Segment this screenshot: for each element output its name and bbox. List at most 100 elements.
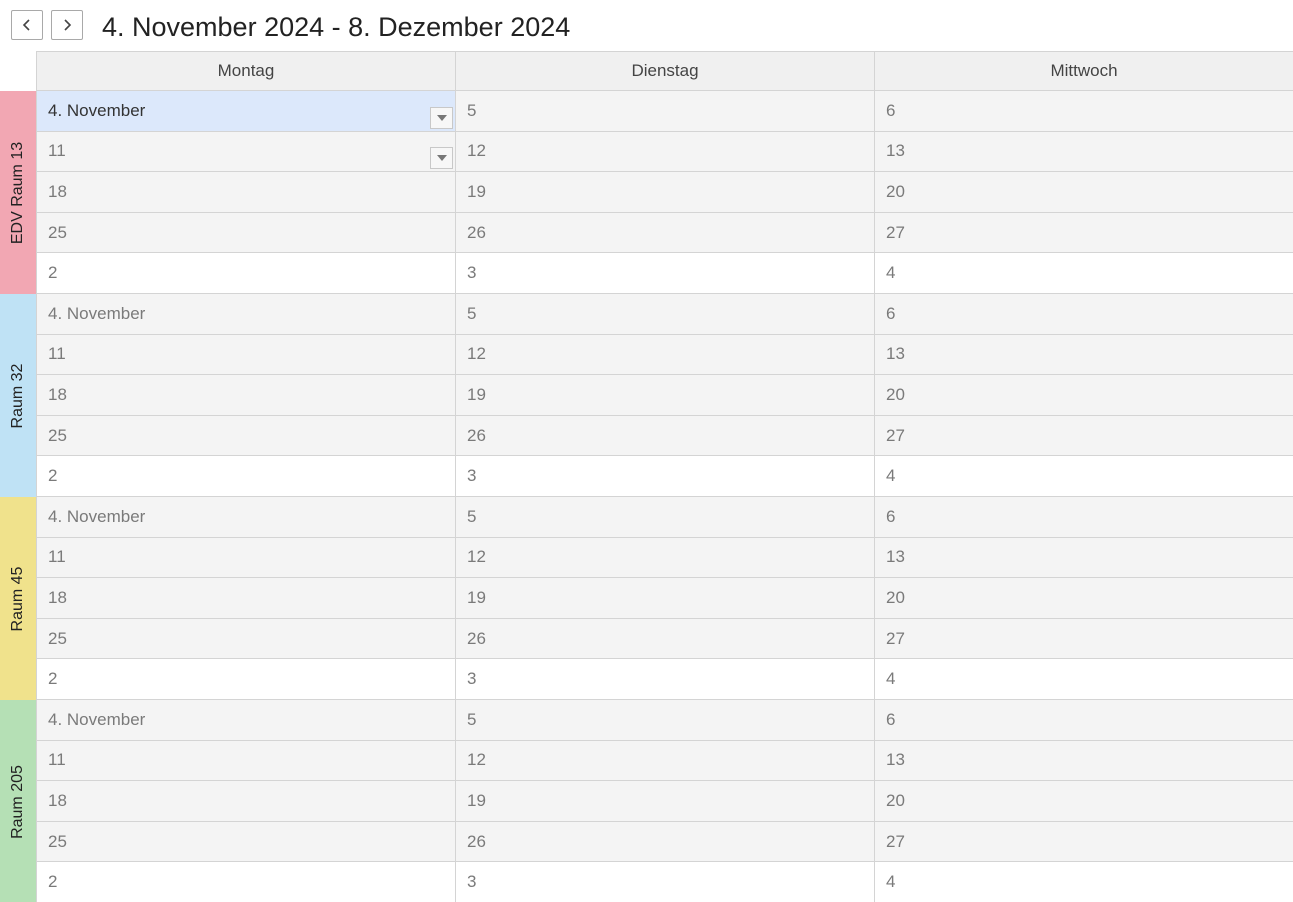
day-cell[interactable]: 11 — [36, 334, 455, 375]
day-number: 4 — [886, 872, 896, 892]
day-cell[interactable]: 5 — [455, 91, 874, 131]
day-cell[interactable]: 19 — [455, 172, 874, 212]
day-cell[interactable]: 25 — [36, 212, 455, 253]
day-number: 4 — [886, 466, 896, 486]
day-cell[interactable]: 12 — [455, 740, 874, 781]
day-cell[interactable]: 20 — [874, 781, 1293, 821]
day-cell[interactable]: 5 — [455, 700, 874, 740]
day-cell[interactable]: 4. November — [36, 91, 455, 131]
caret-down-icon — [436, 114, 447, 121]
day-cell[interactable]: 26 — [455, 821, 874, 862]
week-row: 4. November 5 6 — [36, 294, 1293, 335]
day-cell[interactable]: 2 — [36, 456, 455, 496]
day-number: 12 — [467, 750, 486, 770]
day-cell[interactable]: 20 — [874, 375, 1293, 415]
day-number: 26 — [467, 831, 486, 851]
day-cell[interactable]: 19 — [455, 375, 874, 415]
week-row: 2 3 4 — [36, 456, 1293, 497]
week-row: 4. November 5 6 — [36, 91, 1293, 132]
day-cell[interactable]: 20 — [874, 172, 1293, 212]
day-cell[interactable]: 13 — [874, 131, 1293, 172]
day-cell[interactable]: 4 — [874, 659, 1293, 699]
day-number: 3 — [467, 669, 477, 689]
day-cell[interactable]: 4 — [874, 253, 1293, 293]
day-cell[interactable]: 2 — [36, 659, 455, 699]
day-cell[interactable]: 4 — [874, 862, 1293, 902]
day-number: 19 — [467, 587, 486, 607]
day-cell[interactable]: 25 — [36, 821, 455, 862]
cell-dropdown-button[interactable] — [430, 147, 453, 170]
day-number: 18 — [48, 587, 67, 607]
week-row: 2 3 4 — [36, 659, 1293, 700]
day-cell[interactable]: 19 — [455, 781, 874, 821]
day-cell[interactable]: 18 — [36, 172, 455, 212]
day-cell[interactable]: 2 — [36, 862, 455, 902]
day-cell[interactable]: 6 — [874, 91, 1293, 131]
week-row: 25 26 27 — [36, 821, 1293, 863]
resource-name: EDV Raum 13 — [9, 141, 26, 244]
day-cell[interactable]: 11 — [36, 740, 455, 781]
cell-dropdown-button[interactable] — [430, 106, 453, 129]
day-cell[interactable]: 26 — [455, 415, 874, 456]
day-cell[interactable]: 11 — [36, 131, 455, 172]
day-number: 19 — [467, 181, 486, 201]
day-cell[interactable]: 3 — [455, 862, 874, 902]
day-cell[interactable]: 25 — [36, 415, 455, 456]
day-cell[interactable]: 27 — [874, 821, 1293, 862]
column-header-tuesday: Dienstag — [455, 52, 874, 90]
day-cell[interactable]: 13 — [874, 740, 1293, 781]
day-cell[interactable]: 4. November — [36, 497, 455, 537]
day-number: 13 — [886, 547, 905, 567]
day-cell[interactable]: 13 — [874, 334, 1293, 375]
day-cell[interactable]: 13 — [874, 537, 1293, 578]
day-number: 5 — [467, 709, 477, 729]
date-range-title: 4. November 2024 - 8. Dezember 2024 — [102, 12, 571, 42]
day-cell[interactable]: 4 — [874, 456, 1293, 496]
day-number: 5 — [467, 506, 477, 526]
day-cell[interactable]: 27 — [874, 618, 1293, 659]
day-number: 4. November — [48, 506, 146, 526]
day-number: 6 — [886, 506, 896, 526]
previous-period-button[interactable] — [11, 10, 43, 40]
day-number: 5 — [467, 100, 477, 120]
day-cell[interactable]: 6 — [874, 700, 1293, 740]
day-number: 12 — [467, 141, 486, 161]
day-cell[interactable]: 18 — [36, 578, 455, 618]
day-cell[interactable]: 4. November — [36, 294, 455, 334]
day-cell[interactable]: 26 — [455, 618, 874, 659]
day-cell[interactable]: 3 — [455, 659, 874, 699]
day-cell[interactable]: 11 — [36, 537, 455, 578]
day-cell[interactable]: 6 — [874, 497, 1293, 537]
day-cell[interactable]: 18 — [36, 781, 455, 821]
day-cell[interactable]: 12 — [455, 131, 874, 172]
day-cell[interactable]: 6 — [874, 294, 1293, 334]
day-cell[interactable]: 3 — [455, 456, 874, 496]
day-cell[interactable]: 5 — [455, 294, 874, 334]
week-row: 2 3 4 — [36, 862, 1293, 902]
day-cell[interactable]: 3 — [455, 253, 874, 293]
week-row: 25 26 27 — [36, 618, 1293, 660]
day-cell[interactable]: 4. November — [36, 700, 455, 740]
day-number: 25 — [48, 628, 67, 648]
day-cell[interactable]: 25 — [36, 618, 455, 659]
next-period-button[interactable] — [51, 10, 83, 40]
week-row: 18 19 20 — [36, 172, 1293, 213]
day-cell[interactable]: 27 — [874, 212, 1293, 253]
resource-label: EDV Raum 13 — [0, 91, 36, 294]
day-number: 11 — [48, 141, 66, 161]
day-cell[interactable]: 26 — [455, 212, 874, 253]
day-number: 20 — [886, 790, 905, 810]
day-number: 20 — [886, 587, 905, 607]
day-header-row: Montag Dienstag Mittwoch — [36, 51, 1293, 91]
day-number: 18 — [48, 790, 67, 810]
day-cell[interactable]: 12 — [455, 537, 874, 578]
day-cell[interactable]: 18 — [36, 375, 455, 415]
resource-name: Raum 32 — [9, 363, 26, 428]
day-cell[interactable]: 19 — [455, 578, 874, 618]
day-cell[interactable]: 20 — [874, 578, 1293, 618]
day-cell[interactable]: 12 — [455, 334, 874, 375]
day-cell[interactable]: 2 — [36, 253, 455, 293]
day-cell[interactable]: 27 — [874, 415, 1293, 456]
day-cell[interactable]: 5 — [455, 497, 874, 537]
day-number: 11 — [48, 750, 66, 770]
